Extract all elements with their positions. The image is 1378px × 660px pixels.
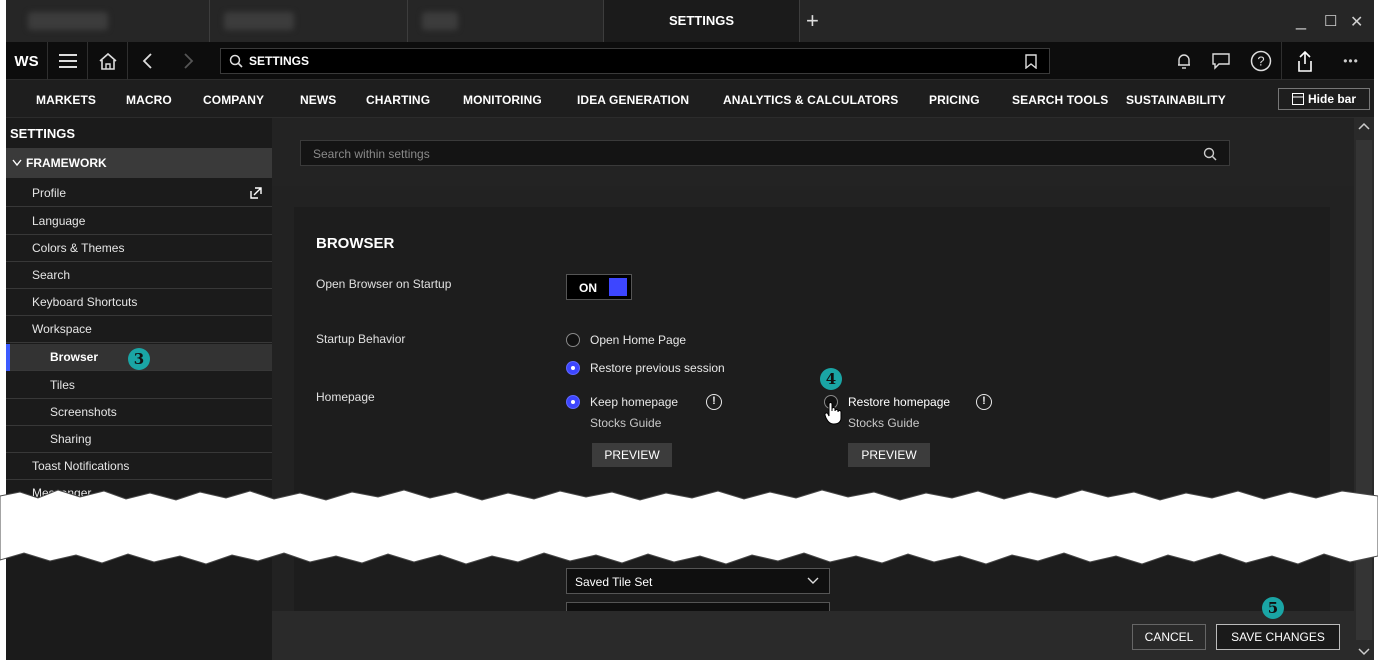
search-icon <box>229 54 243 68</box>
homepage-label: Homepage <box>316 390 375 404</box>
menu-pricing[interactable]: PRICING <box>929 93 980 107</box>
save-changes-button[interactable]: SAVE CHANGES <box>1216 624 1340 650</box>
sidebar-item-profile[interactable]: Profile <box>6 180 272 207</box>
sidebar-item-keyboard-shortcuts[interactable]: Keyboard Shortcuts <box>6 289 272 316</box>
bell-icon[interactable] <box>1166 42 1202 80</box>
external-link-icon <box>250 187 262 199</box>
toolbar: WS SETTINGS ? ••• <box>6 42 1374 80</box>
toggle-state: ON <box>579 281 597 295</box>
sidebar-item-label: Profile <box>32 186 67 200</box>
sidebar-title: SETTINGS <box>10 126 76 141</box>
tab-settings[interactable]: SETTINGS <box>604 0 800 42</box>
search-placeholder: Search within settings <box>313 147 430 161</box>
share-icon[interactable] <box>1282 42 1328 80</box>
torn-edge-divider <box>0 489 1378 565</box>
section-heading: BROWSER <box>316 235 395 252</box>
bookmark-icon[interactable] <box>1025 54 1037 69</box>
hand-cursor-icon <box>824 402 842 425</box>
preview-keep-button[interactable]: PREVIEW <box>592 443 672 467</box>
menu-charting[interactable]: CHARTING <box>366 93 430 107</box>
step-badge-5: 5 <box>1262 597 1284 619</box>
chevron-down-icon <box>12 159 22 167</box>
new-tab-button[interactable]: + <box>806 8 819 34</box>
menu-monitoring[interactable]: MONITORING <box>463 93 542 107</box>
preview-restore-button[interactable]: PREVIEW <box>848 443 930 467</box>
menu-analytics[interactable]: ANALYTICS & CALCULATORS <box>723 93 898 107</box>
hide-bar-icon <box>1291 93 1304 105</box>
sidebar-item-screenshots[interactable]: Screenshots <box>6 399 272 426</box>
startup-behavior-label: Startup Behavior <box>316 332 406 346</box>
chat-icon[interactable] <box>1202 42 1240 80</box>
chevron-up-icon[interactable] <box>1358 122 1370 130</box>
search-icon <box>1203 147 1217 161</box>
forward-icon[interactable] <box>166 42 212 80</box>
step-badge-4: 4 <box>820 368 842 390</box>
keep-homepage-label[interactable]: Keep homepage <box>590 395 678 409</box>
address-bar[interactable]: SETTINGS <box>220 48 1050 74</box>
more-icon[interactable]: ••• <box>1328 42 1374 80</box>
info-icon[interactable]: ! <box>706 394 722 410</box>
sidebar-group-framework[interactable]: FRAMEWORK <box>6 148 272 178</box>
hide-bar-button[interactable]: Hide bar <box>1278 88 1370 110</box>
restore-homepage-value: Stocks Guide <box>848 416 920 430</box>
menu-macro[interactable]: MACRO <box>126 93 172 107</box>
restore-session-label[interactable]: Restore previous session <box>590 361 725 375</box>
sidebar-item-workspace[interactable]: Workspace <box>6 316 272 343</box>
menu-markets[interactable]: MARKETS <box>36 93 96 107</box>
sidebar-group-label: FRAMEWORK <box>26 156 107 170</box>
svg-text:?: ? <box>1257 54 1264 69</box>
radio-open-home-page[interactable] <box>566 333 580 347</box>
sidebar-item-toast-notifications[interactable]: Toast Notifications <box>6 453 272 480</box>
app-logo[interactable]: WS <box>6 42 48 80</box>
tab-2[interactable] <box>210 0 408 42</box>
step-badge-3: 3 <box>128 348 150 370</box>
menu-icon[interactable] <box>48 42 88 80</box>
cancel-button[interactable]: CANCEL <box>1132 624 1206 650</box>
help-icon[interactable]: ? <box>1240 42 1282 80</box>
hide-bar-label: Hide bar <box>1307 92 1356 106</box>
settings-search-input[interactable]: Search within settings <box>300 140 1230 166</box>
restore-homepage-label[interactable]: Restore homepage <box>848 395 950 409</box>
settings-search-area: Search within settings <box>272 118 1354 186</box>
menu-bar: MARKETS MACRO COMPANY NEWS CHARTING MONI… <box>6 80 1374 118</box>
radio-restore-session[interactable] <box>566 361 580 375</box>
menu-idea-generation[interactable]: IDEA GENERATION <box>577 93 689 107</box>
menu-news[interactable]: NEWS <box>300 93 336 107</box>
menu-search-tools[interactable]: SEARCH TOOLS <box>1012 93 1108 107</box>
address-text: SETTINGS <box>249 54 310 68</box>
sidebar-item-tiles[interactable]: Tiles <box>6 372 272 399</box>
menu-company[interactable]: COMPANY <box>203 93 264 107</box>
tab-bar: SETTINGS + _ ☐ ✕ <box>6 0 1374 42</box>
open-home-page-label[interactable]: Open Home Page <box>590 333 686 347</box>
sidebar-item-search[interactable]: Search <box>6 262 272 289</box>
open-on-startup-label: Open Browser on Startup <box>316 277 452 291</box>
home-icon[interactable] <box>88 42 128 80</box>
footer-bar: CANCEL SAVE CHANGES <box>272 611 1354 660</box>
open-on-startup-toggle[interactable]: ON <box>566 274 632 300</box>
sidebar-item-language[interactable]: Language <box>6 208 272 235</box>
sidebar-item-colors-themes[interactable]: Colors & Themes <box>6 235 272 262</box>
minimize-button[interactable]: _ <box>1296 10 1306 31</box>
close-button[interactable]: ✕ <box>1350 12 1363 32</box>
info-icon[interactable]: ! <box>976 394 992 410</box>
menu-sustainability[interactable]: SUSTAINABILITY <box>1126 93 1226 107</box>
radio-keep-homepage[interactable] <box>566 395 580 409</box>
sidebar-item-sharing[interactable]: Sharing <box>6 426 272 453</box>
chevron-down-icon[interactable] <box>1358 648 1370 656</box>
back-icon[interactable] <box>128 42 166 80</box>
keep-homepage-value: Stocks Guide <box>590 416 662 430</box>
tab-1[interactable] <box>6 0 210 42</box>
toggle-knob <box>609 278 627 296</box>
tab-3[interactable] <box>408 0 604 42</box>
maximize-button[interactable]: ☐ <box>1324 12 1337 30</box>
